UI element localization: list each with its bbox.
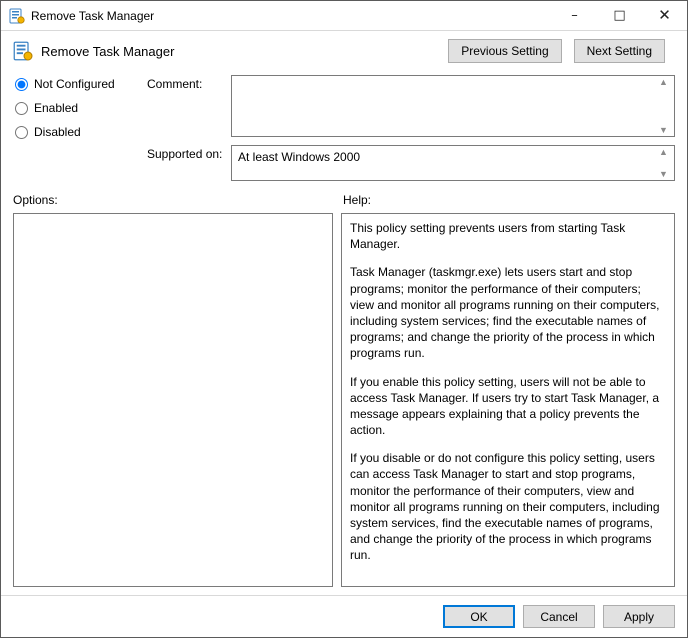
apply-button[interactable]: Apply bbox=[603, 605, 675, 628]
window-title: Remove Task Manager bbox=[31, 9, 154, 23]
page-title: Remove Task Manager bbox=[41, 44, 448, 59]
help-panel: This policy setting prevents users from … bbox=[341, 213, 675, 587]
header-row: Remove Task Manager Previous Setting Nex… bbox=[1, 31, 687, 67]
comment-label: Comment: bbox=[147, 75, 227, 91]
dialog-body: Remove Task Manager Previous Setting Nex… bbox=[1, 31, 687, 637]
help-text: Task Manager (taskmgr.exe) lets users st… bbox=[350, 264, 666, 361]
supported-on-field bbox=[231, 145, 675, 181]
radio-disabled-input[interactable] bbox=[15, 126, 28, 139]
radio-enabled-input[interactable] bbox=[15, 102, 28, 115]
options-panel bbox=[13, 213, 333, 587]
close-button[interactable]: ✕ bbox=[642, 1, 687, 30]
radio-disabled-label: Disabled bbox=[34, 125, 81, 139]
panel-row: This policy setting prevents users from … bbox=[1, 209, 687, 595]
previous-setting-button[interactable]: Previous Setting bbox=[448, 39, 561, 63]
minimize-button[interactable]: – bbox=[552, 1, 597, 30]
state-radio-group: Not Configured Enabled Disabled bbox=[13, 75, 143, 139]
maximize-button[interactable]: □ bbox=[597, 1, 642, 30]
comment-field[interactable] bbox=[231, 75, 675, 137]
dialog-footer: OK Cancel Apply bbox=[1, 595, 687, 637]
options-label: Options: bbox=[13, 193, 343, 207]
help-label: Help: bbox=[343, 193, 675, 207]
next-setting-button[interactable]: Next Setting bbox=[574, 39, 665, 63]
radio-enabled-label: Enabled bbox=[34, 101, 78, 115]
panel-headers: Options: Help: bbox=[1, 185, 687, 209]
ok-button[interactable]: OK bbox=[443, 605, 515, 628]
cancel-button[interactable]: Cancel bbox=[523, 605, 595, 628]
help-text: This policy setting prevents users from … bbox=[350, 220, 666, 252]
radio-enabled[interactable]: Enabled bbox=[15, 101, 143, 115]
policy-icon bbox=[13, 41, 33, 61]
help-text: If you disable or do not configure this … bbox=[350, 450, 666, 563]
supported-on-label: Supported on: bbox=[147, 145, 227, 161]
radio-not-configured-input[interactable] bbox=[15, 78, 28, 91]
radio-disabled[interactable]: Disabled bbox=[15, 125, 143, 139]
help-text: If you enable this policy setting, users… bbox=[350, 374, 666, 439]
policy-icon bbox=[9, 8, 25, 24]
radio-not-configured[interactable]: Not Configured bbox=[15, 77, 143, 91]
policy-dialog-window: Remove Task Manager – □ ✕ Remove Task Ma… bbox=[0, 0, 688, 638]
config-section: Not Configured Enabled Disabled Comment:… bbox=[1, 67, 687, 185]
radio-not-configured-label: Not Configured bbox=[34, 77, 115, 91]
title-bar: Remove Task Manager – □ ✕ bbox=[1, 1, 687, 31]
